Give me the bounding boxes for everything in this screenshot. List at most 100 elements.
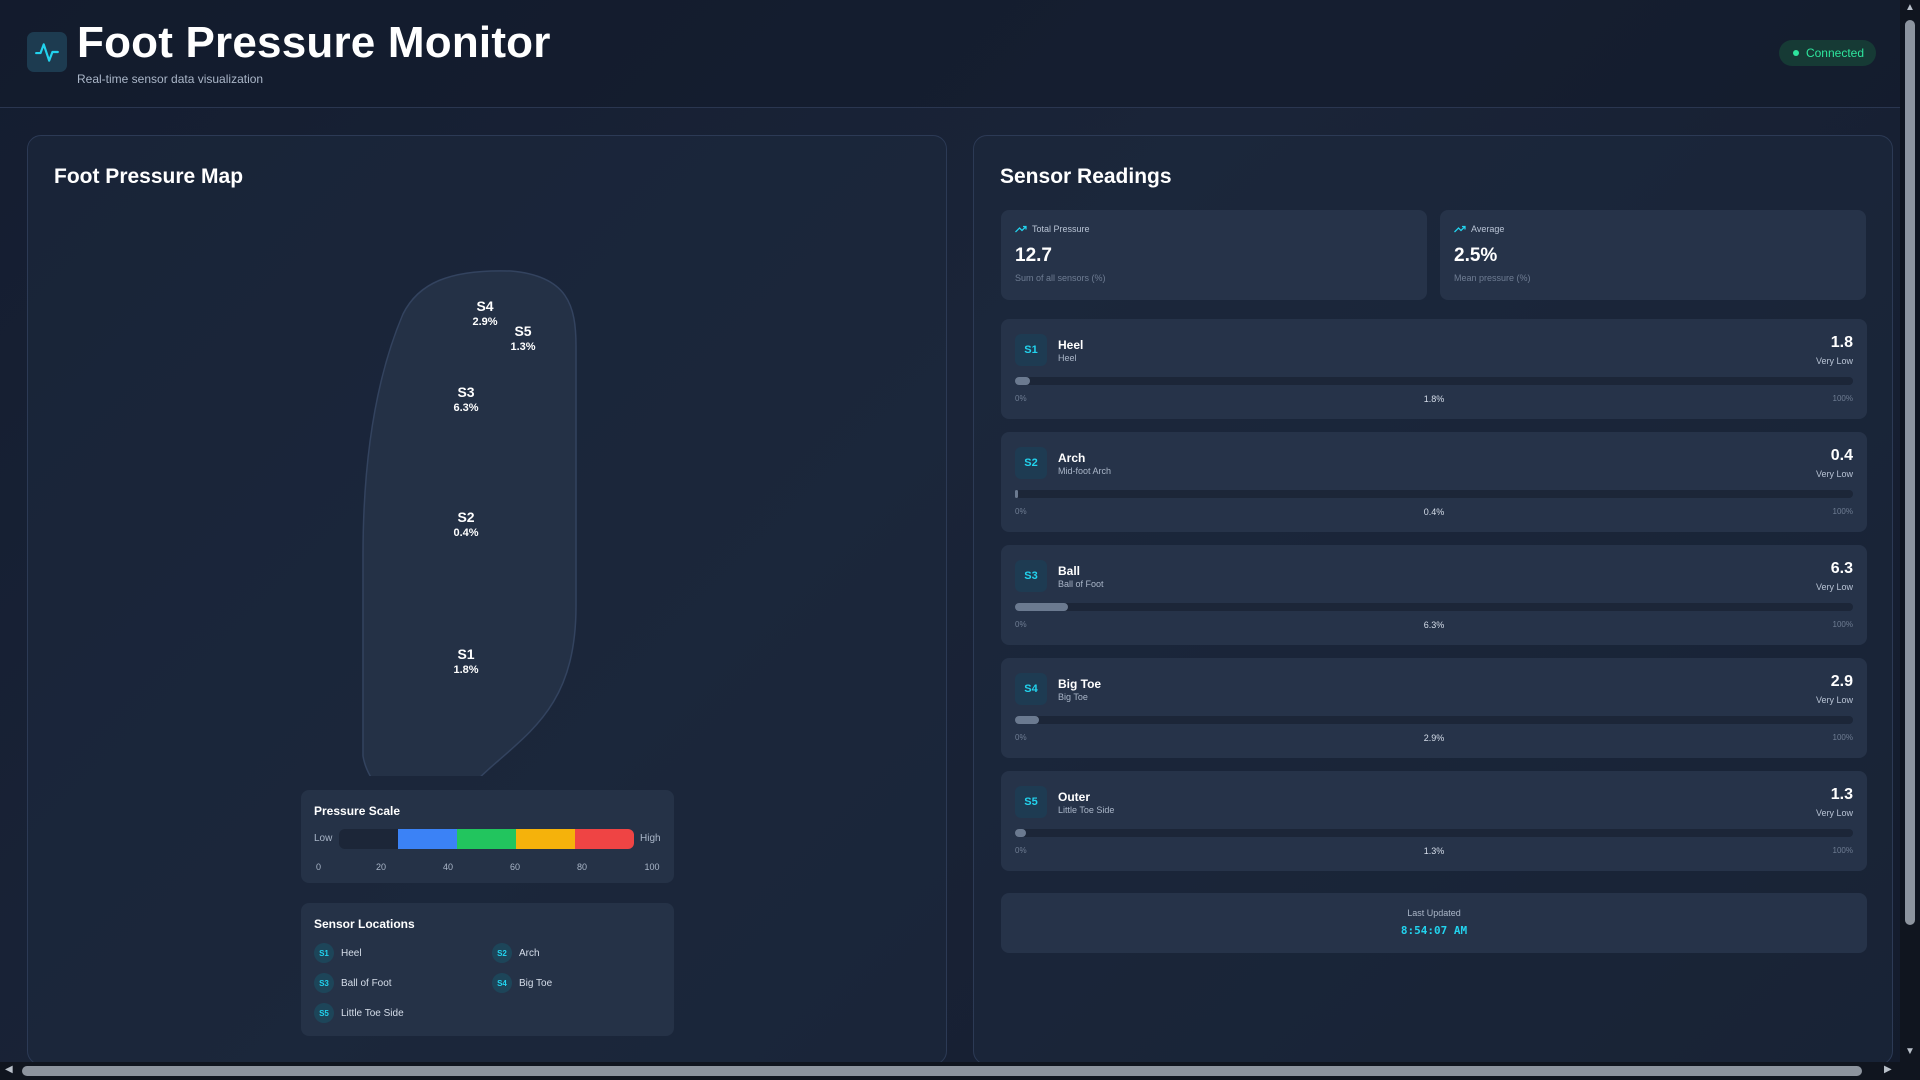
location-label: Arch bbox=[519, 947, 540, 959]
sensor-marker-id: S4 bbox=[476, 298, 494, 314]
sensor-location: Big Toe bbox=[1058, 692, 1088, 702]
location-badge: S5 bbox=[314, 1003, 334, 1023]
sensor-progress-fill bbox=[1015, 377, 1031, 385]
trending-up-icon bbox=[1454, 225, 1466, 233]
scroll-left-icon[interactable]: ◀ bbox=[5, 1064, 13, 1075]
sensor-marker-value: 6.3% bbox=[453, 402, 479, 414]
sensor-badge: S4 bbox=[1015, 673, 1047, 705]
status-dot-icon bbox=[1792, 50, 1799, 56]
location-item-s4: S4 Big Toe bbox=[492, 973, 552, 993]
sensor-locations-card: Sensor Locations S1 Heel S2 Arch S3 Ball… bbox=[301, 903, 674, 1036]
location-label: Heel bbox=[341, 947, 362, 959]
sensor-level: Very Low bbox=[1815, 469, 1853, 479]
sensor-card-s1: S1 Heel Heel 1.8 Very Low 0% 1.8% 100% bbox=[1001, 319, 1867, 419]
location-item-s3: S3 Ball of Foot bbox=[314, 973, 392, 993]
sensor-marker-value: 0.4% bbox=[453, 527, 479, 539]
sensor-pct-label: 2.9% bbox=[1423, 733, 1445, 743]
sensor-max-label: 100% bbox=[1832, 846, 1853, 855]
scale-tick: 0 bbox=[316, 862, 322, 872]
scale-segment-0 bbox=[339, 829, 398, 849]
sensor-marker-s1[interactable]: S1 1.8% bbox=[446, 646, 486, 677]
sensor-marker-s2[interactable]: S2 0.4% bbox=[446, 509, 486, 540]
sensor-marker-id: S2 bbox=[457, 509, 475, 525]
average-pressure-card: Average 2.5% Mean pressure (%) bbox=[1440, 210, 1866, 300]
foot-pressure-map-panel: Foot Pressure Map S4 2.9% S5 1.3% S3 6.3… bbox=[27, 135, 947, 1065]
sensor-progress-fill bbox=[1015, 603, 1068, 611]
sensor-marker-value: 1.3% bbox=[510, 341, 536, 353]
sensor-value: 0.4 bbox=[1830, 447, 1853, 464]
average-label: Average bbox=[1471, 224, 1505, 234]
total-pressure-card: Total Pressure 12.7 Sum of all sensors (… bbox=[1001, 210, 1427, 300]
scale-tick: 40 bbox=[442, 862, 454, 872]
sensor-progress-fill bbox=[1015, 716, 1040, 724]
last-updated-time: 8:54:07 AM bbox=[1400, 924, 1468, 937]
sensor-pct-label: 0.4% bbox=[1423, 507, 1445, 517]
sensor-progress-track bbox=[1015, 603, 1853, 611]
location-badge: S1 bbox=[314, 943, 334, 963]
sensor-marker-value: 1.8% bbox=[453, 664, 479, 676]
scroll-right-icon[interactable]: ▶ bbox=[1884, 1064, 1892, 1075]
sensor-badge: S5 bbox=[1015, 786, 1047, 818]
scale-segment-4 bbox=[575, 829, 634, 849]
location-label: Little Toe Side bbox=[341, 1007, 404, 1019]
vertical-scrollbar[interactable]: ▲ ▼ bbox=[1900, 0, 1920, 1062]
scale-segment-1 bbox=[398, 829, 457, 849]
sensor-marker-id: S5 bbox=[514, 323, 532, 339]
sensor-marker-id: S1 bbox=[457, 646, 475, 662]
sensor-max-label: 100% bbox=[1832, 733, 1853, 742]
sensor-card-s3: S3 Ball Ball of Foot 6.3 Very Low 0% 6.3… bbox=[1001, 545, 1867, 645]
sensor-progress-track bbox=[1015, 377, 1853, 385]
sensor-name: Ball bbox=[1058, 564, 1081, 578]
horizontal-scrollbar[interactable]: ◀ ▶ bbox=[0, 1062, 1900, 1080]
activity-pulse-icon bbox=[27, 32, 67, 72]
sensor-value: 1.8 bbox=[1830, 334, 1853, 351]
sensor-card-s4: S4 Big Toe Big Toe 2.9 Very Low 0% 2.9% … bbox=[1001, 658, 1867, 758]
location-item-s1: S1 Heel bbox=[314, 943, 362, 963]
sensor-marker-id: S3 bbox=[457, 384, 475, 400]
sensor-value: 2.9 bbox=[1830, 673, 1853, 690]
average-sub: Mean pressure (%) bbox=[1454, 273, 1531, 283]
scroll-down-icon[interactable]: ▼ bbox=[1905, 1046, 1915, 1057]
sensor-badge: S3 bbox=[1015, 560, 1047, 592]
sensor-pct-label: 6.3% bbox=[1423, 620, 1445, 630]
sensor-name: Heel bbox=[1058, 338, 1084, 352]
sensor-max-label: 100% bbox=[1832, 394, 1853, 403]
last-updated-card: Last Updated 8:54:07 AM bbox=[1001, 893, 1867, 953]
sensor-marker-s4[interactable]: S4 2.9% bbox=[465, 298, 505, 329]
sensor-level: Very Low bbox=[1815, 582, 1853, 592]
sensor-pct-label: 1.8% bbox=[1423, 394, 1445, 404]
location-badge: S2 bbox=[492, 943, 512, 963]
scale-segment-3 bbox=[516, 829, 575, 849]
pressure-scale-title: Pressure Scale bbox=[314, 804, 401, 818]
sensor-value: 6.3 bbox=[1830, 560, 1853, 577]
app-subtitle: Real-time sensor data visualization bbox=[77, 72, 264, 86]
sensor-level: Very Low bbox=[1815, 808, 1853, 818]
stat-label-row: Average bbox=[1454, 224, 1504, 234]
panel-title: Sensor Readings bbox=[1000, 165, 1172, 188]
connection-status-label: Connected bbox=[1805, 46, 1864, 60]
trending-up-icon bbox=[1015, 225, 1027, 233]
stat-label-row: Total Pressure bbox=[1015, 224, 1090, 234]
sensor-location: Heel bbox=[1058, 353, 1077, 363]
sensor-progress-fill bbox=[1015, 829, 1026, 837]
sensor-progress-fill bbox=[1015, 490, 1019, 498]
app-title: Foot Pressure Monitor bbox=[77, 18, 551, 67]
sensor-badge: S2 bbox=[1015, 447, 1047, 479]
scale-tick: 60 bbox=[509, 862, 521, 872]
scroll-up-icon[interactable]: ▲ bbox=[1905, 2, 1915, 13]
sensor-marker-s5[interactable]: S5 1.3% bbox=[503, 323, 543, 354]
sensor-progress-track bbox=[1015, 490, 1853, 498]
pressure-scale-bar bbox=[339, 829, 634, 849]
sensor-name: Big Toe bbox=[1058, 677, 1102, 691]
connection-status-badge: Connected bbox=[1778, 40, 1876, 66]
sensor-marker-value: 2.9% bbox=[472, 316, 498, 328]
sensor-marker-s3[interactable]: S3 6.3% bbox=[446, 384, 486, 415]
sensor-pct-label: 1.3% bbox=[1423, 846, 1445, 856]
vertical-scroll-thumb[interactable] bbox=[1905, 20, 1915, 925]
location-item-s5: S5 Little Toe Side bbox=[314, 1003, 404, 1023]
sensor-readings-panel: Sensor Readings Total Pressure 12.7 Sum … bbox=[973, 135, 1893, 1065]
sensor-locations-title: Sensor Locations bbox=[314, 917, 415, 931]
scale-ticks: 0 20 40 60 80 100 bbox=[314, 862, 661, 874]
sensor-card-s2: S2 Arch Mid-foot Arch 0.4 Very Low 0% 0.… bbox=[1001, 432, 1867, 532]
horizontal-scroll-thumb[interactable] bbox=[22, 1066, 1862, 1076]
